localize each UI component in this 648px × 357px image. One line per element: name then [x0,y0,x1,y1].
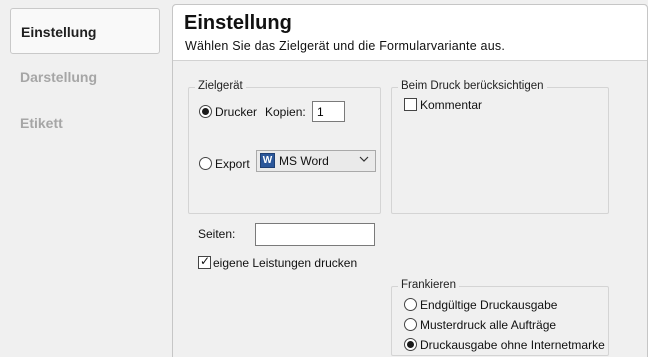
sidebar-item-einstellung[interactable]: Einstellung [10,8,160,54]
zielgeraet-group: Zielgerät Drucker Kopien: Export W MS Wo… [188,80,381,214]
checkmark-icon: ✓ [200,254,211,268]
panel-header: Einstellung Wählen Sie das Zielgerät und… [173,5,647,61]
frankieren-option-radio[interactable] [404,318,417,331]
frankieren-option-label: Endgültige Druckausgabe [420,298,558,312]
kommentar-checkbox[interactable] [404,98,417,111]
word-icon: W [260,153,275,168]
page-title: Einstellung [184,12,292,34]
frankieren-option-radio[interactable] [404,338,417,351]
frankieren-option-radio[interactable] [404,298,417,311]
frankieren-group: Frankieren Endgültige Druckausgabe Muste… [391,279,609,356]
drucker-radio[interactable] [199,105,212,118]
chevron-down-icon [359,156,369,162]
sidebar: Einstellung Darstellung Etikett [0,0,170,357]
seiten-label: Seiten: [198,227,236,241]
sidebar-item-label: Etikett [20,115,63,131]
settings-panel: Einstellung Wählen Sie das Zielgerät und… [172,4,648,357]
export-label: Export [215,157,250,171]
drucker-label: Drucker [215,105,258,119]
export-radio[interactable] [199,157,212,170]
frankieren-group-label: Frankieren [398,279,459,291]
zielgeraet-group-label: Zielgerät [195,80,246,92]
druck-group-label: Beim Druck berücksichtigen [398,80,547,92]
sidebar-item-label: Darstellung [20,69,98,85]
leistungen-label: eigene Leistungen drucken [213,256,358,270]
export-format-value: MS Word [279,154,329,168]
kopien-label: Kopien: [265,105,306,119]
sidebar-item-etikett[interactable]: Etikett [10,100,160,146]
sidebar-item-darstellung[interactable]: Darstellung [10,54,160,100]
kopien-input[interactable] [312,101,345,122]
sidebar-item-label: Einstellung [21,24,97,40]
frankieren-option-label: Musterdruck alle Aufträge [420,318,557,332]
export-format-select[interactable]: W MS Word [256,150,376,172]
leistungen-checkbox[interactable]: ✓ [198,254,211,269]
page-subtitle: Wählen Sie das Zielgerät und die Formula… [185,39,505,53]
seiten-input[interactable] [255,223,375,246]
frankieren-option-label: Druckausgabe ohne Internetmarke [420,338,605,352]
druck-group: Beim Druck berücksichtigen Kommentar [391,80,609,214]
kommentar-label: Kommentar [420,98,483,112]
